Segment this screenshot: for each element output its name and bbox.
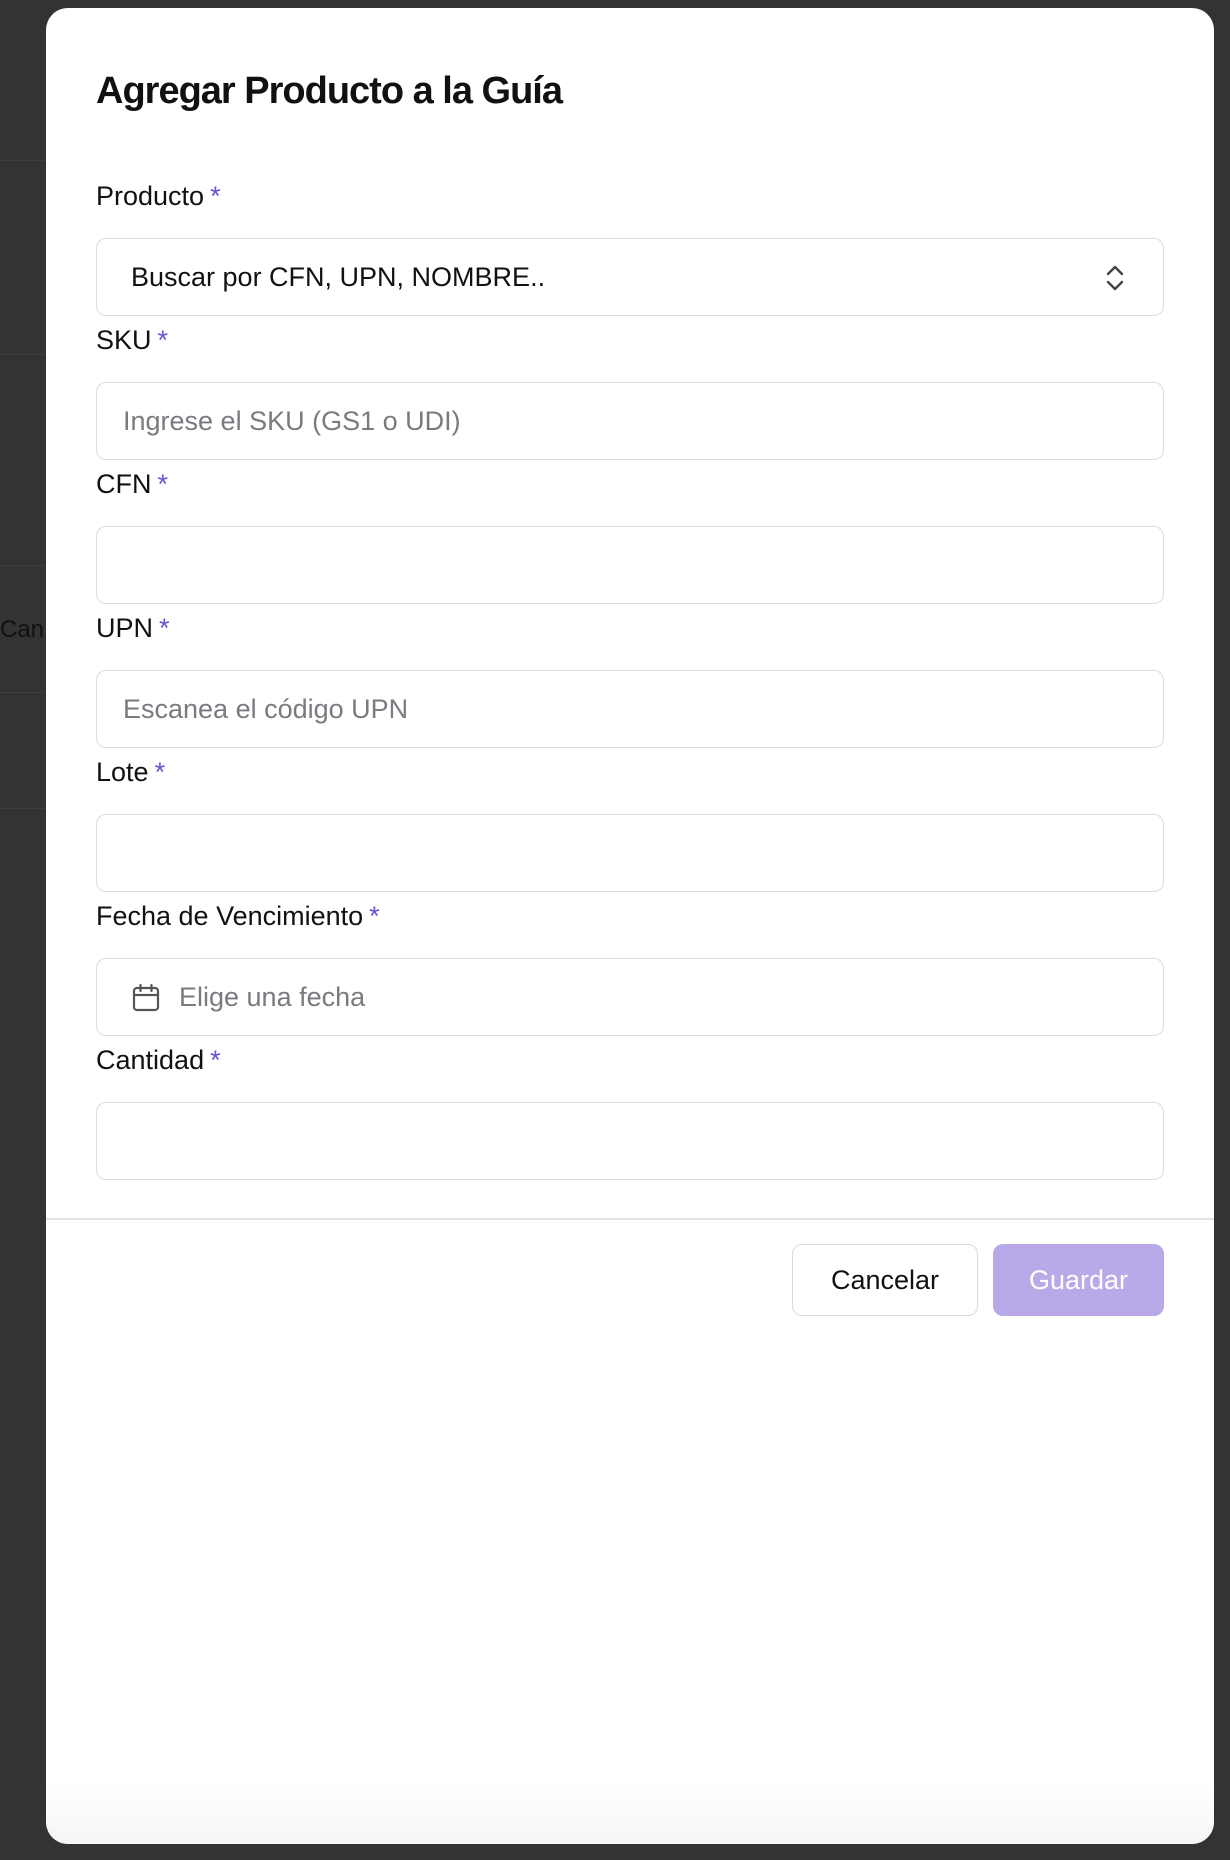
fecha-vencimiento-field: Fecha de Vencimiento * (96, 896, 1164, 1036)
lote-label-text: Lote (96, 757, 149, 787)
cfn-label: CFN * (96, 464, 1164, 504)
required-asterisk: * (159, 613, 170, 643)
upn-input[interactable] (97, 671, 1163, 747)
background-partial-text: Can (0, 616, 45, 643)
upn-label: UPN * (96, 608, 1164, 648)
sku-label-text: SKU (96, 325, 152, 355)
cfn-field: CFN * (96, 464, 1164, 604)
add-product-dialog: Agregar Producto a la Guía Producto * Bus… (46, 8, 1214, 1844)
cantidad-label: Cantidad * (96, 1040, 1164, 1080)
required-asterisk: * (210, 181, 221, 211)
fecha-vencimiento-label: Fecha de Vencimiento * (96, 896, 1164, 936)
producto-label: Producto * (96, 176, 1164, 216)
cfn-label-text: CFN (96, 469, 152, 499)
save-button[interactable]: Guardar (993, 1244, 1164, 1316)
footer-divider (46, 1218, 1214, 1220)
producto-label-text: Producto (96, 181, 205, 211)
cfn-input[interactable] (97, 527, 1163, 603)
producto-select[interactable]: Buscar por CFN, UPN, NOMBRE.. (96, 238, 1164, 316)
cantidad-input-wrapper (96, 1102, 1164, 1180)
fecha-vencimiento-picker[interactable] (96, 958, 1164, 1036)
required-asterisk: * (210, 1045, 221, 1075)
producto-field: Producto * Buscar por CFN, UPN, NOMBRE.. (96, 176, 1164, 316)
required-asterisk: * (157, 469, 169, 499)
cancel-button[interactable]: Cancelar (792, 1244, 978, 1316)
required-asterisk: * (369, 901, 380, 931)
sku-field: SKU * (96, 320, 1164, 460)
required-asterisk: * (157, 325, 169, 355)
chevron-up-down-icon (1106, 265, 1124, 291)
fecha-vencimiento-label-text: Fecha de Vencimiento (96, 901, 364, 931)
lote-input[interactable] (97, 815, 1163, 891)
cantidad-input[interactable] (97, 1103, 1163, 1179)
bottom-fade (46, 1784, 1214, 1844)
dialog-title: Agregar Producto a la Guía (96, 70, 563, 112)
cantidad-field: Cantidad * (96, 1040, 1164, 1180)
calendar-icon (132, 983, 160, 1012)
upn-label-text: UPN (96, 613, 154, 643)
lote-label: Lote * (96, 752, 1164, 792)
cantidad-label-text: Cantidad (96, 1045, 205, 1075)
sku-input-wrapper (96, 382, 1164, 460)
fecha-vencimiento-input[interactable] (97, 959, 1163, 1035)
lote-field: Lote * (96, 752, 1164, 892)
producto-select-value: Buscar por CFN, UPN, NOMBRE.. (131, 261, 546, 292)
upn-field: UPN * (96, 608, 1164, 748)
sku-input[interactable] (97, 383, 1163, 459)
cfn-input-wrapper (96, 526, 1164, 604)
required-asterisk: * (154, 757, 166, 787)
lote-input-wrapper (96, 814, 1164, 892)
upn-input-wrapper (96, 670, 1164, 748)
sku-label: SKU * (96, 320, 1164, 360)
